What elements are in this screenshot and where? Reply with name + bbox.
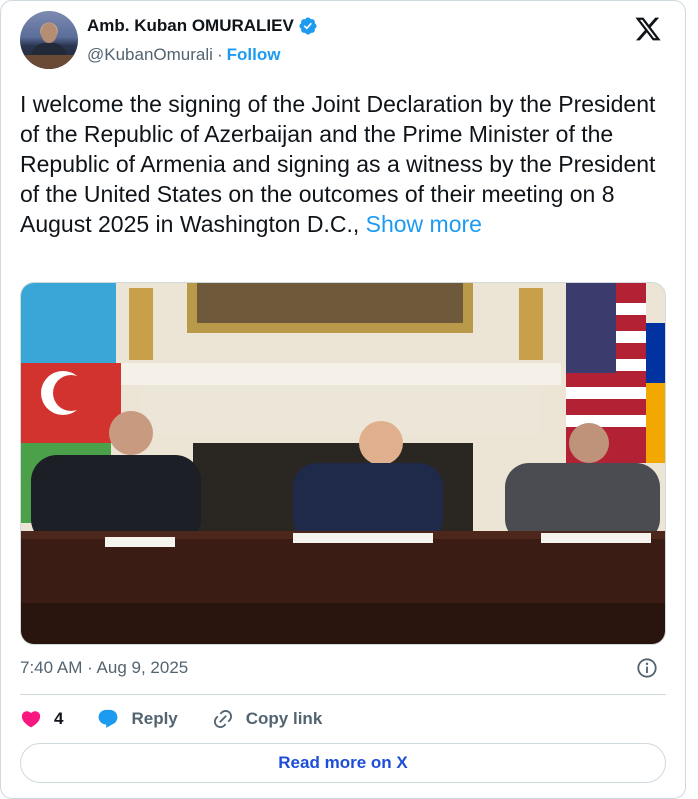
- like-count: 4: [54, 709, 64, 728]
- divider: [20, 694, 666, 695]
- x-logo-icon[interactable]: [634, 15, 662, 43]
- avatar[interactable]: [20, 11, 78, 69]
- tweet-photo[interactable]: [20, 282, 666, 645]
- author-handle[interactable]: @KubanOmurali: [87, 45, 213, 65]
- read-more-label: Read more on X: [278, 753, 408, 772]
- tweet-embed-card: Amb. Kuban OMURALIEV @KubanOmurali · Fol…: [0, 0, 686, 799]
- handle-separator: ·: [216, 45, 223, 64]
- copy-link-button[interactable]: Copy link: [212, 708, 323, 730]
- follow-button[interactable]: Follow: [227, 45, 281, 65]
- action-bar: 4 Reply Copy link: [20, 706, 356, 732]
- read-more-button[interactable]: Read more on X: [20, 743, 666, 783]
- tweet-body: I welcome the signing of the Joint Decla…: [20, 91, 656, 237]
- tweet-text: I welcome the signing of the Joint Decla…: [20, 89, 660, 239]
- signing-ceremony-photo: [21, 283, 665, 644]
- author-handle-row: @KubanOmurali · Follow: [87, 45, 280, 65]
- reply-bubble-icon: [99, 709, 118, 728]
- reply-label: Reply: [131, 709, 178, 728]
- tweet-timestamp[interactable]: 7:40 AM · Aug 9, 2025: [20, 658, 188, 678]
- reply-button[interactable]: Reply: [97, 708, 178, 730]
- copy-link-label: Copy link: [245, 709, 323, 728]
- author-name-row: Amb. Kuban OMURALIEV: [87, 16, 318, 36]
- author-name[interactable]: Amb. Kuban OMURALIEV: [87, 16, 294, 36]
- heart-icon: [21, 711, 41, 728]
- link-icon: [213, 709, 232, 729]
- verified-badge-icon: [299, 17, 317, 35]
- like-button[interactable]: 4: [20, 708, 63, 730]
- show-more-link[interactable]: Show more: [366, 211, 482, 237]
- info-icon[interactable]: [636, 657, 658, 679]
- tweet-header: Amb. Kuban OMURALIEV @KubanOmurali · Fol…: [20, 11, 666, 71]
